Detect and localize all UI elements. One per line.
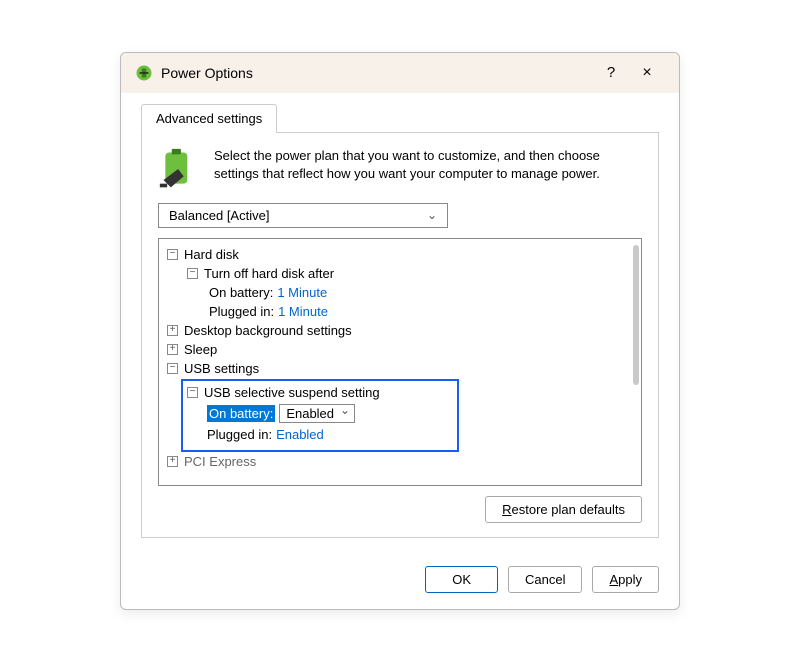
tree-label[interactable]: Turn off hard disk after xyxy=(204,266,334,281)
tab-advanced-settings[interactable]: Advanced settings xyxy=(141,104,277,133)
intro-row: Select the power plan that you want to c… xyxy=(158,147,642,191)
intro-text: Select the power plan that you want to c… xyxy=(214,147,642,191)
apply-button[interactable]: Apply xyxy=(592,566,659,593)
battery-power-icon xyxy=(135,64,153,82)
restore-label-rest: estore plan defaults xyxy=(512,502,625,517)
leaf-label: Plugged in: xyxy=(209,304,274,319)
tree-label[interactable]: Desktop background settings xyxy=(184,323,352,338)
leaf-value[interactable]: 1 Minute xyxy=(277,285,327,300)
help-button[interactable]: ? xyxy=(593,59,629,87)
expand-icon[interactable]: + xyxy=(167,325,178,336)
leaf-label: Plugged in: xyxy=(207,427,272,442)
window-title: Power Options xyxy=(161,65,593,81)
usb-on-battery-select[interactable]: Enabled xyxy=(279,404,355,423)
tree-label[interactable]: Hard disk xyxy=(184,247,239,262)
restore-plan-defaults-button[interactable]: Restore plan defaults xyxy=(485,496,642,523)
dialog-content: Advanced settings Select the power plan … xyxy=(121,93,679,554)
power-options-dialog: Power Options ? × Advanced settings Sele… xyxy=(120,52,680,610)
leaf-value[interactable]: 1 Minute xyxy=(278,304,328,319)
tree-node-usb-selective-suspend: − USB selective suspend setting xyxy=(187,383,453,402)
settings-tree: − Hard disk − Turn off hard disk after O… xyxy=(158,238,642,486)
scrollbar-thumb[interactable] xyxy=(633,245,639,385)
collapse-icon[interactable]: − xyxy=(187,268,198,279)
chevron-down-icon: ⌄ xyxy=(427,208,437,222)
restore-row: Restore plan defaults xyxy=(158,496,642,523)
plan-select-value: Balanced [Active] xyxy=(169,208,269,223)
tree-label[interactable]: USB selective suspend setting xyxy=(204,385,380,400)
tree-node-desktop-bg: + Desktop background settings xyxy=(167,321,637,340)
tab-strip: Advanced settings xyxy=(141,103,659,133)
tree-leaf-harddisk-plugged-in: Plugged in: 1 Minute xyxy=(167,302,637,321)
leaf-label: On battery: xyxy=(209,285,273,300)
tree-label[interactable]: USB settings xyxy=(184,361,259,376)
leaf-label-selected: On battery: xyxy=(207,405,275,422)
collapse-icon[interactable]: − xyxy=(167,363,178,374)
tree-leaf-harddisk-on-battery: On battery: 1 Minute xyxy=(167,283,637,302)
ok-button[interactable]: OK xyxy=(425,566,498,593)
tree-node-hard-disk: − Hard disk xyxy=(167,245,637,264)
tree-label[interactable]: Sleep xyxy=(184,342,217,357)
tree-leaf-usb-plugged-in: Plugged in: Enabled xyxy=(187,425,453,444)
tree-node-usb-settings: − USB settings xyxy=(167,359,637,378)
titlebar: Power Options ? × xyxy=(121,53,679,93)
collapse-icon[interactable]: − xyxy=(167,249,178,260)
tree-node-sleep: + Sleep xyxy=(167,340,637,359)
tree-leaf-usb-on-battery: On battery: Enabled xyxy=(187,402,453,425)
collapse-icon[interactable]: − xyxy=(187,387,198,398)
close-button[interactable]: × xyxy=(629,59,665,87)
expand-icon[interactable]: + xyxy=(167,456,178,467)
tree-node-turn-off-hard-disk-after: − Turn off hard disk after xyxy=(167,264,637,283)
annotation-highlight: − USB selective suspend setting On batte… xyxy=(181,379,459,452)
battery-plug-icon xyxy=(158,147,202,191)
power-plan-select[interactable]: Balanced [Active] ⌄ xyxy=(158,203,448,228)
tree-label[interactable]: PCI Express xyxy=(184,454,256,469)
expand-icon[interactable]: + xyxy=(167,344,178,355)
tab-body: Select the power plan that you want to c… xyxy=(141,133,659,538)
cancel-button[interactable]: Cancel xyxy=(508,566,582,593)
dialog-buttons: OK Cancel Apply xyxy=(121,554,679,609)
leaf-value[interactable]: Enabled xyxy=(276,427,324,442)
tree-node-pci-express: + PCI Express xyxy=(167,452,637,471)
